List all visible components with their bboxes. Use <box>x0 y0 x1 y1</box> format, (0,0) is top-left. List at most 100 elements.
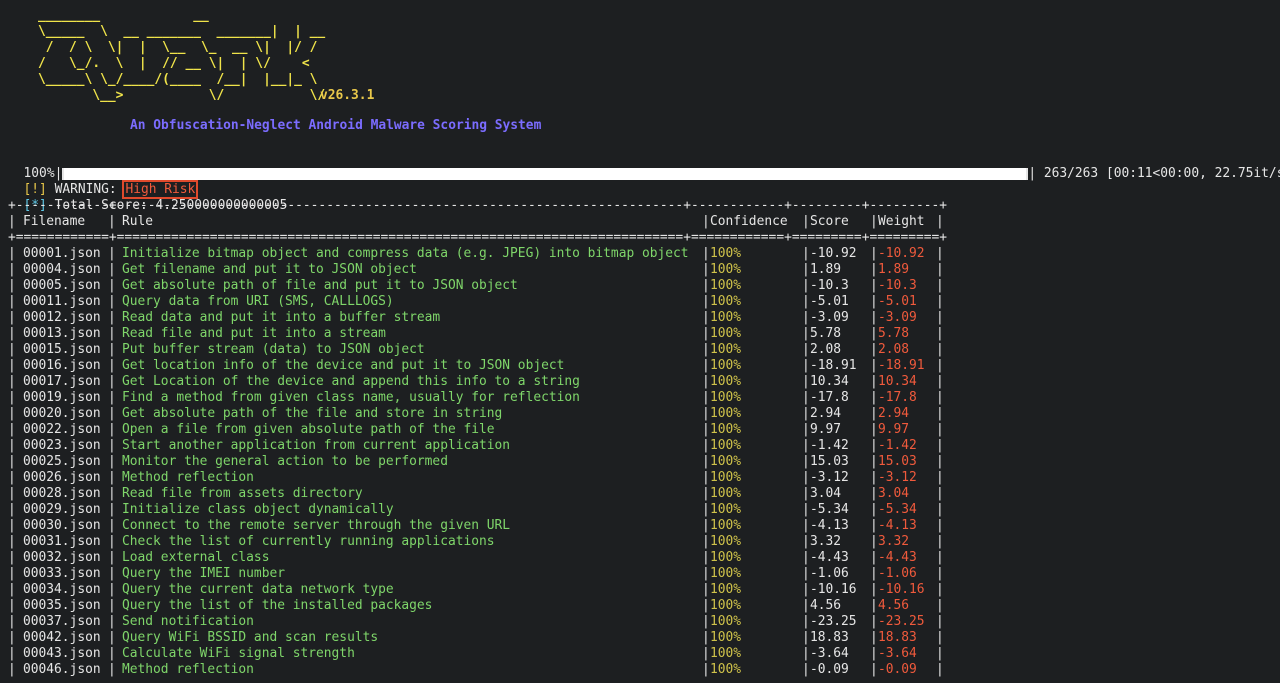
cell-filename: 00005.json <box>23 278 101 293</box>
column-separator: | <box>870 598 878 613</box>
table-header-border: +============+==========================… <box>8 230 948 245</box>
cell-rule: Read file and put it into a stream <box>122 326 386 341</box>
column-separator: | <box>108 294 116 309</box>
column-separator: | <box>802 598 810 613</box>
column-separator: | <box>936 486 944 501</box>
column-separator: | <box>8 470 16 485</box>
column-separator: | <box>870 486 878 501</box>
cell-confidence: 100% <box>710 374 742 389</box>
cell-filename: 00022.json <box>23 422 101 437</box>
column-separator: | <box>108 374 116 389</box>
column-separator: | <box>108 454 116 469</box>
header-rule: Rule <box>122 214 154 229</box>
column-separator: | <box>108 534 116 549</box>
cell-weight: 3.04 <box>878 486 910 501</box>
column-separator: | <box>702 598 710 613</box>
table-top-border: +------------+--------------------------… <box>8 198 948 213</box>
column-separator: | <box>108 502 116 517</box>
cell-weight: 2.08 <box>878 342 910 357</box>
cell-filename: 00042.json <box>23 630 101 645</box>
column-separator: | <box>870 326 878 341</box>
cell-confidence: 100% <box>710 342 742 357</box>
cell-weight: 4.56 <box>878 598 910 613</box>
column-separator: | <box>702 550 710 565</box>
column-separator: | <box>870 294 878 309</box>
column-separator: | <box>8 614 16 629</box>
column-separator: | <box>936 294 944 309</box>
column-separator: | <box>802 310 810 325</box>
cell-confidence: 100% <box>710 278 742 293</box>
column-separator: | <box>702 486 710 501</box>
ascii-logo: ________ __ \_____ \ __ _______ _______|… <box>38 8 326 103</box>
column-separator: | <box>108 550 116 565</box>
cell-rule: Query the current data network type <box>122 582 394 597</box>
progress-stats: | 263/263 [00:11<00:00, 22.75it/s] <box>1028 166 1280 181</box>
column-separator: | <box>802 630 810 645</box>
column-separator: | <box>702 630 710 645</box>
cell-weight: -0.09 <box>878 662 917 677</box>
column-separator: | <box>936 518 944 533</box>
cell-filename: 00033.json <box>23 566 101 581</box>
column-separator: | <box>8 598 16 613</box>
cell-score: -3.09 <box>810 310 849 325</box>
cell-filename: 00025.json <box>23 454 101 469</box>
column-separator: | <box>108 566 116 581</box>
column-separator: | <box>802 534 810 549</box>
column-separator: | <box>702 646 710 661</box>
cell-score: -4.13 <box>810 518 849 533</box>
cell-score: -10.92 <box>810 246 857 261</box>
column-separator: | <box>802 278 810 293</box>
cell-filename: 00026.json <box>23 470 101 485</box>
cell-score: -3.64 <box>810 646 849 661</box>
column-separator: | <box>802 470 810 485</box>
cell-rule: Initialize bitmap object and compress da… <box>122 246 689 261</box>
column-separator: | <box>8 374 16 389</box>
cell-score: -5.01 <box>810 294 849 309</box>
cell-score: 2.08 <box>810 342 842 357</box>
cell-rule: Get filename and put it to JSON object <box>122 262 417 277</box>
column-separator: | <box>702 566 710 581</box>
column-separator: | <box>702 454 710 469</box>
column-separator: | <box>936 534 944 549</box>
cell-confidence: 100% <box>710 534 742 549</box>
column-separator: | <box>8 454 16 469</box>
cell-filename: 00028.json <box>23 486 101 501</box>
cell-rule: Query WiFi BSSID and scan results <box>122 630 379 645</box>
column-separator: | <box>702 662 710 677</box>
column-separator: | <box>108 470 116 485</box>
column-separator: | <box>8 246 16 261</box>
column-separator: | <box>702 406 710 421</box>
column-separator: | <box>108 438 116 453</box>
cell-score: -5.34 <box>810 502 849 517</box>
cell-score: 4.56 <box>810 598 842 613</box>
cell-rule: Get absolute path of the file and store … <box>122 406 503 421</box>
column-separator: | <box>108 342 116 357</box>
column-separator: | <box>936 214 944 229</box>
cell-score: -0.09 <box>810 662 849 677</box>
cell-weight: 15.03 <box>878 454 917 469</box>
column-separator: | <box>702 534 710 549</box>
column-separator: | <box>802 662 810 677</box>
tagline: An Obfuscation-Neglect Android Malware S… <box>130 118 542 133</box>
cell-confidence: 100% <box>710 518 742 533</box>
column-separator: | <box>702 518 710 533</box>
column-separator: | <box>702 438 710 453</box>
column-separator: | <box>802 486 810 501</box>
column-separator: | <box>936 502 944 517</box>
header-filename: Filename <box>23 214 86 229</box>
column-separator: | <box>936 614 944 629</box>
column-separator: | <box>870 374 878 389</box>
column-separator: | <box>108 422 116 437</box>
cell-confidence: 100% <box>710 486 742 501</box>
column-separator: | <box>702 390 710 405</box>
version-label: v26.3.1 <box>320 88 375 103</box>
column-separator: | <box>870 630 878 645</box>
column-separator: | <box>802 454 810 469</box>
column-separator: | <box>870 518 878 533</box>
column-separator: | <box>702 294 710 309</box>
column-separator: | <box>8 310 16 325</box>
cell-score: 1.89 <box>810 262 842 277</box>
cell-rule: Read file from assets directory <box>122 486 363 501</box>
column-separator: | <box>936 326 944 341</box>
cell-score: -10.16 <box>810 582 857 597</box>
